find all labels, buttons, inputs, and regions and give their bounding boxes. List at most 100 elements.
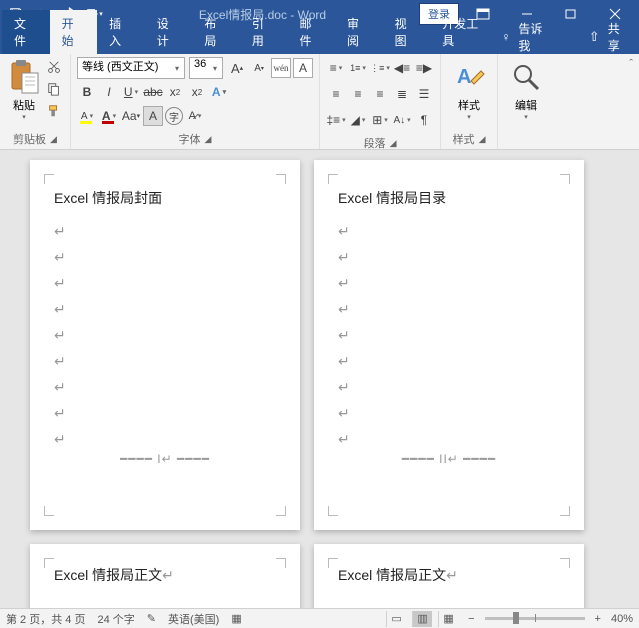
tab-layout[interactable]: 布局	[192, 10, 240, 54]
tab-developer[interactable]: 开发工具	[430, 10, 501, 54]
paragraph-mark: ↵	[54, 296, 276, 322]
paragraph-launcher-icon[interactable]: ◢	[390, 138, 397, 149]
section-break: ━━━━ II↵ ━━━━	[338, 452, 560, 466]
group-editing: 编辑 ▾	[498, 54, 554, 149]
align-center-icon[interactable]: ≡	[348, 84, 368, 104]
distribute-icon[interactable]: ☰	[414, 84, 434, 104]
paragraph-mark: ↵	[338, 244, 560, 270]
paragraph-mark: ↵	[338, 400, 560, 426]
font-color-icon[interactable]: A	[99, 106, 119, 126]
paragraph-mark: ↵	[338, 426, 560, 452]
status-bar: 第 2 页，共 4 页 24 个字 ✎ 英语(美国) ▦ ▭ ▥ ▦ − + 4…	[0, 608, 639, 628]
styles-group-label: 样式	[453, 131, 475, 147]
svg-text:A: A	[457, 66, 471, 88]
tab-view[interactable]: 视图	[383, 10, 431, 54]
paragraph-mark: ↵	[338, 270, 560, 296]
char-shading-icon[interactable]: A	[143, 106, 163, 126]
paragraph-mark: ↵	[338, 322, 560, 348]
clipboard-launcher-icon[interactable]: ◢	[50, 134, 57, 145]
print-layout-icon[interactable]: ▥	[412, 611, 432, 627]
highlight-icon[interactable]: A	[77, 106, 97, 126]
page4-title: Excel 情报局正文↵	[338, 562, 560, 588]
page-1: Excel 情报局封面 ↵ ↵ ↵ ↵ ↵ ↵ ↵ ↵ ↵ ━━━━ I↵ ━━…	[30, 160, 300, 530]
paragraph-mark: ↵	[54, 218, 276, 244]
tab-insert[interactable]: 插入	[97, 10, 145, 54]
tab-references[interactable]: 引用	[240, 10, 288, 54]
spellcheck-icon[interactable]: ✎	[147, 612, 156, 625]
group-styles: A 样式 ▾ 样式 ◢	[441, 54, 498, 149]
italic-button[interactable]: I	[99, 82, 119, 102]
increase-indent-icon[interactable]: ≡▶	[414, 58, 434, 78]
text-effects-icon[interactable]: A	[209, 82, 229, 102]
font-name-select[interactable]: 等线 (西文正文)	[77, 57, 185, 79]
format-painter-icon[interactable]	[44, 101, 64, 121]
paragraph-mark: ↵	[54, 322, 276, 348]
change-case-icon[interactable]: Aa▾	[121, 106, 141, 126]
show-marks-icon[interactable]: ¶	[414, 110, 434, 130]
bullets-icon[interactable]: ≡	[326, 58, 346, 78]
word-count[interactable]: 24 个字	[97, 611, 134, 627]
paragraph-label: 段落	[364, 135, 386, 151]
align-right-icon[interactable]: ≡	[370, 84, 390, 104]
subscript-button[interactable]: x2	[165, 82, 185, 102]
section-break: ━━━━ I↵ ━━━━	[54, 452, 276, 466]
multilevel-icon[interactable]: ⋮≡	[370, 58, 390, 78]
group-clipboard: 粘贴 ▾ 剪贴板◢	[0, 54, 71, 149]
copy-icon[interactable]	[44, 79, 64, 99]
page-4: Excel 情报局正文↵	[314, 544, 584, 608]
line-spacing-icon[interactable]: ‡≡	[326, 110, 346, 130]
editing-button[interactable]: 编辑 ▾	[504, 57, 548, 121]
styles-button[interactable]: A 样式 ▾	[447, 57, 491, 121]
tellme-icon[interactable]: ♀	[501, 30, 510, 44]
font-launcher-icon[interactable]: ◢	[205, 134, 212, 145]
share-button[interactable]: 共享	[608, 20, 631, 54]
enclose-char-icon[interactable]: 字	[165, 107, 183, 125]
bold-button[interactable]: B	[77, 82, 97, 102]
font-label: 字体	[179, 131, 201, 147]
document-area[interactable]: Excel 情报局封面 ↵ ↵ ↵ ↵ ↵ ↵ ↵ ↵ ↵ ━━━━ I↵ ━━…	[0, 150, 639, 608]
tab-file[interactable]: 文件	[2, 10, 50, 54]
ribbon: 粘贴 ▾ 剪贴板◢ 等线 (西文正文)▾ 36▾ A▴ A▾ wén A B	[0, 54, 639, 150]
zoom-slider[interactable]	[485, 617, 585, 620]
paragraph-mark: ↵	[54, 374, 276, 400]
tab-design[interactable]: 设计	[145, 10, 193, 54]
align-left-icon[interactable]: ≡	[326, 84, 346, 104]
numbering-icon[interactable]: 1≡	[348, 58, 368, 78]
tellme-label[interactable]: 告诉我	[518, 20, 553, 54]
paste-button[interactable]: 粘贴 ▾	[6, 57, 42, 121]
strike-button[interactable]: abc	[143, 82, 163, 102]
page1-title: Excel 情报局封面	[54, 188, 276, 208]
web-layout-icon[interactable]: ▦	[438, 611, 458, 627]
page-count[interactable]: 第 2 页，共 4 页	[6, 611, 85, 627]
tab-mailings[interactable]: 邮件	[287, 10, 335, 54]
language-status[interactable]: 英语(美国)	[168, 611, 219, 627]
paragraph-mark: ↵	[338, 296, 560, 322]
shrink-font-icon[interactable]: A▾	[249, 58, 269, 78]
phonetic-guide-icon[interactable]: wén	[271, 58, 291, 78]
tab-review[interactable]: 审阅	[335, 10, 383, 54]
zoom-in-icon[interactable]: +	[591, 613, 605, 625]
char-border-icon[interactable]: A	[293, 58, 313, 78]
macro-icon[interactable]: ▦	[231, 612, 241, 625]
grow-font-icon[interactable]: A▴	[227, 58, 247, 78]
shading-icon[interactable]: ◢	[348, 110, 368, 130]
page-2: Excel 情报局目录 ↵ ↵ ↵ ↵ ↵ ↵ ↵ ↵ ↵ ━━━━ II↵ ━…	[314, 160, 584, 530]
justify-icon[interactable]: ≣	[392, 84, 412, 104]
decrease-indent-icon[interactable]: ◀≡	[392, 58, 412, 78]
sort-icon[interactable]: A↓	[392, 110, 412, 130]
zoom-out-icon[interactable]: −	[464, 613, 478, 625]
zoom-level[interactable]: 40%	[611, 613, 633, 625]
tab-home[interactable]: 开始	[50, 10, 98, 54]
superscript-button[interactable]: x2	[187, 82, 207, 102]
cut-icon[interactable]	[44, 57, 64, 77]
borders-icon[interactable]: ⊞	[370, 110, 390, 130]
font-size-select[interactable]: 36	[189, 57, 223, 79]
read-mode-icon[interactable]: ▭	[386, 611, 406, 627]
editing-label: 编辑	[504, 97, 548, 113]
clear-format-icon[interactable]: A̷	[185, 106, 205, 126]
share-icon[interactable]: ⇧	[589, 29, 600, 45]
underline-button[interactable]: U	[121, 82, 141, 102]
collapse-ribbon-icon[interactable]: ˆ	[623, 54, 639, 149]
page3-title: Excel 情报局正文↵	[54, 562, 276, 588]
styles-launcher-icon[interactable]: ◢	[479, 134, 486, 145]
